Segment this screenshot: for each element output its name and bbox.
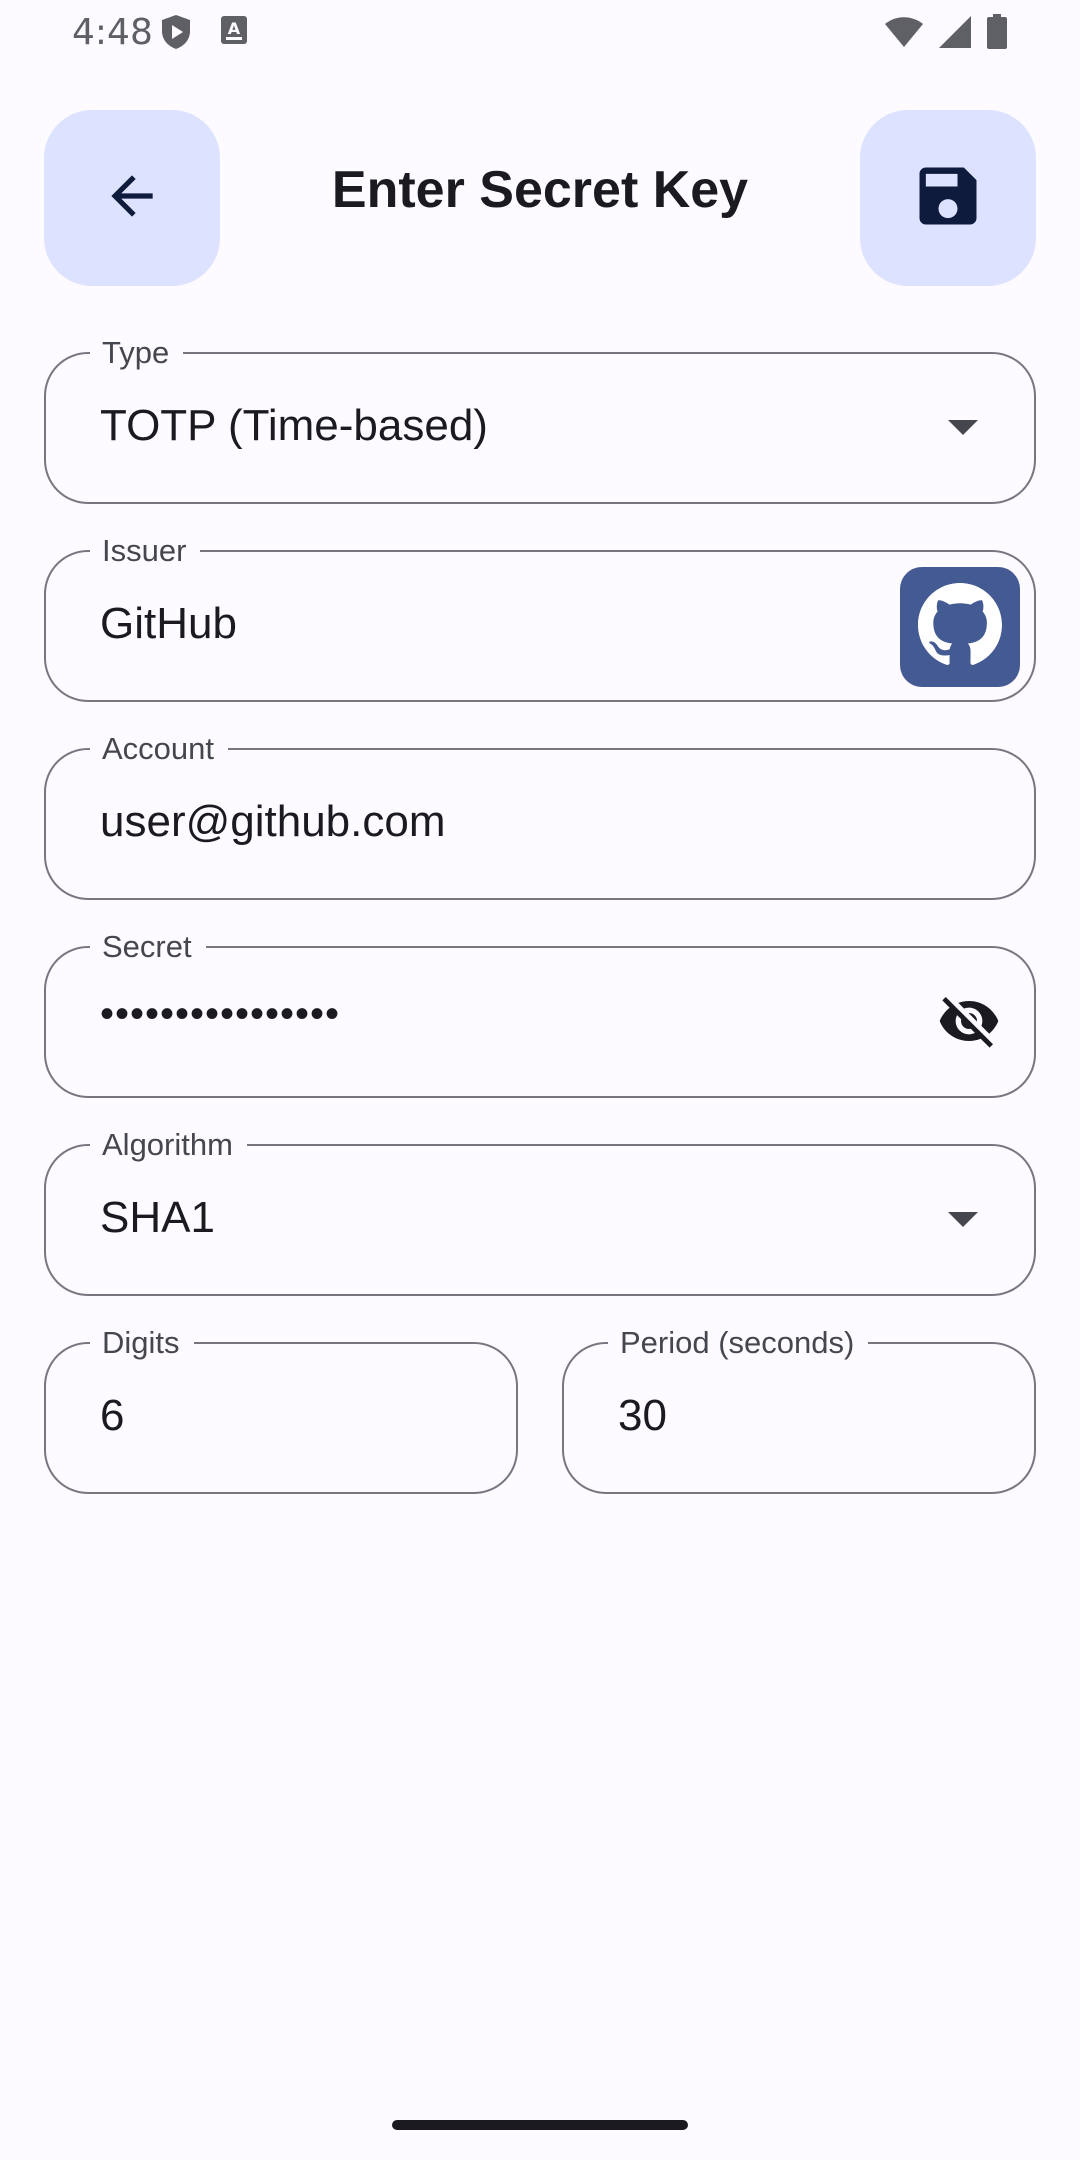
issuer-field[interactable]: Issuer GitHub [44, 534, 1036, 702]
signal-icon [938, 15, 972, 54]
github-icon [918, 582, 1002, 672]
period-label: Period (seconds) [608, 1326, 869, 1360]
visibility-off-icon [937, 989, 1001, 1058]
type-value: TOTP (Time-based) [100, 401, 488, 450]
svg-text:A: A [228, 19, 241, 38]
issuer-value: GitHub [100, 599, 237, 648]
algorithm-dropdown[interactable]: Algorithm SHA1 [44, 1128, 1036, 1296]
issuer-icon-button[interactable] [900, 567, 1020, 687]
shield-play-icon [160, 14, 192, 55]
status-time: 4:48 [72, 12, 153, 53]
battery-icon [986, 14, 1008, 55]
status-bar: 4:48 A [0, 0, 1080, 64]
digits-field[interactable]: Digits 6 [44, 1326, 518, 1494]
account-field[interactable]: Account user@github.com [44, 732, 1036, 900]
secret-value: •••••••••••••••• [100, 992, 341, 1036]
home-indicator[interactable] [392, 2120, 688, 2130]
secret-field[interactable]: Secret •••••••••••••••• [44, 930, 1036, 1098]
digits-value: 6 [100, 1391, 125, 1440]
keyboard-icon: A [220, 14, 248, 55]
back-button[interactable] [44, 110, 220, 286]
digits-label: Digits [90, 1326, 194, 1360]
type-dropdown[interactable]: Type TOTP (Time-based) [44, 336, 1036, 504]
wifi-icon [884, 16, 924, 53]
dropdown-arrow-icon [948, 1212, 978, 1227]
dropdown-arrow-icon [948, 420, 978, 435]
save-icon [910, 158, 986, 239]
period-field[interactable]: Period (seconds) 30 [562, 1326, 1036, 1494]
toggle-visibility-button[interactable] [936, 990, 1002, 1056]
algorithm-value: SHA1 [100, 1193, 215, 1242]
save-button[interactable] [860, 110, 1036, 286]
account-value: user@github.com [100, 797, 446, 846]
issuer-label: Issuer [90, 534, 201, 568]
page-title: Enter Secret Key [331, 161, 749, 219]
period-value: 30 [618, 1391, 667, 1440]
account-label: Account [90, 732, 229, 766]
secret-label: Secret [90, 930, 206, 964]
type-label: Type [90, 336, 184, 370]
arrow-back-icon [101, 165, 163, 232]
algorithm-label: Algorithm [90, 1128, 247, 1162]
